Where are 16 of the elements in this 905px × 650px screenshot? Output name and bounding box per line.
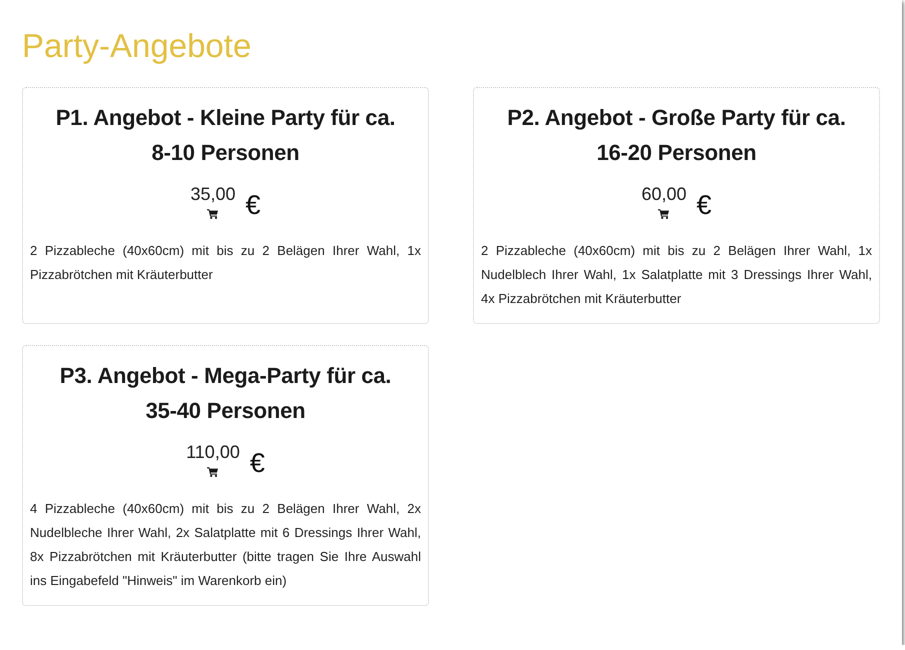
currency-symbol: € bbox=[246, 190, 261, 220]
offer-description: 4 Pizzableche (40x60cm) mit bis zu 2 Belägen Ihrer Wahl, 2x Nudelbleche Ihrer Wahl, 2x Salatplatte mit 6 Dressings Ihrer Wahl, 8x Pizzabrötchen mit Kräuterbutter (bitte tragen Sie Ihre Auswahl ins Eingabefeld "Hinweis" im Warenkorb ein) bbox=[30, 500, 421, 590]
price-text: 110,00 bbox=[186, 441, 240, 463]
currency-symbol: € bbox=[250, 448, 265, 478]
offer-title: P3. Angebot - Mega-Party für ca. 35-40 Personen bbox=[58, 362, 392, 425]
offer-description: 2 Pizzableche (40x60cm) mit bis zu 2 Belägen Ihrer Wahl, 1x Pizzabrötchen mit Kräuterbutter bbox=[30, 242, 421, 284]
page-heading: Party-Angebote bbox=[22, 26, 252, 66]
offer-title: P2. Angebot - Große Party für ca. 16-20 Personen bbox=[506, 104, 847, 167]
price-text: 60,00 bbox=[641, 183, 686, 205]
cart-icon[interactable] bbox=[207, 209, 218, 219]
price-text: 35,00 bbox=[190, 183, 236, 205]
currency-symbol: € bbox=[696, 190, 712, 220]
offer-title: P1. Angebot - Kleine Party für ca. 8-10 Personen bbox=[54, 104, 396, 167]
cart-icon[interactable] bbox=[207, 467, 218, 477]
cart-icon[interactable] bbox=[658, 209, 670, 219]
offer-description: 2 Pizzableche (40x60cm) mit bis zu 2 Belägen Ihrer Wahl, 1x Nudelblech Ihrer Wahl, 1x Salatplatte mit 3 Dressings Ihrer Wahl, 4x Pizzabrötchen mit Kräuterbutter bbox=[481, 242, 872, 308]
